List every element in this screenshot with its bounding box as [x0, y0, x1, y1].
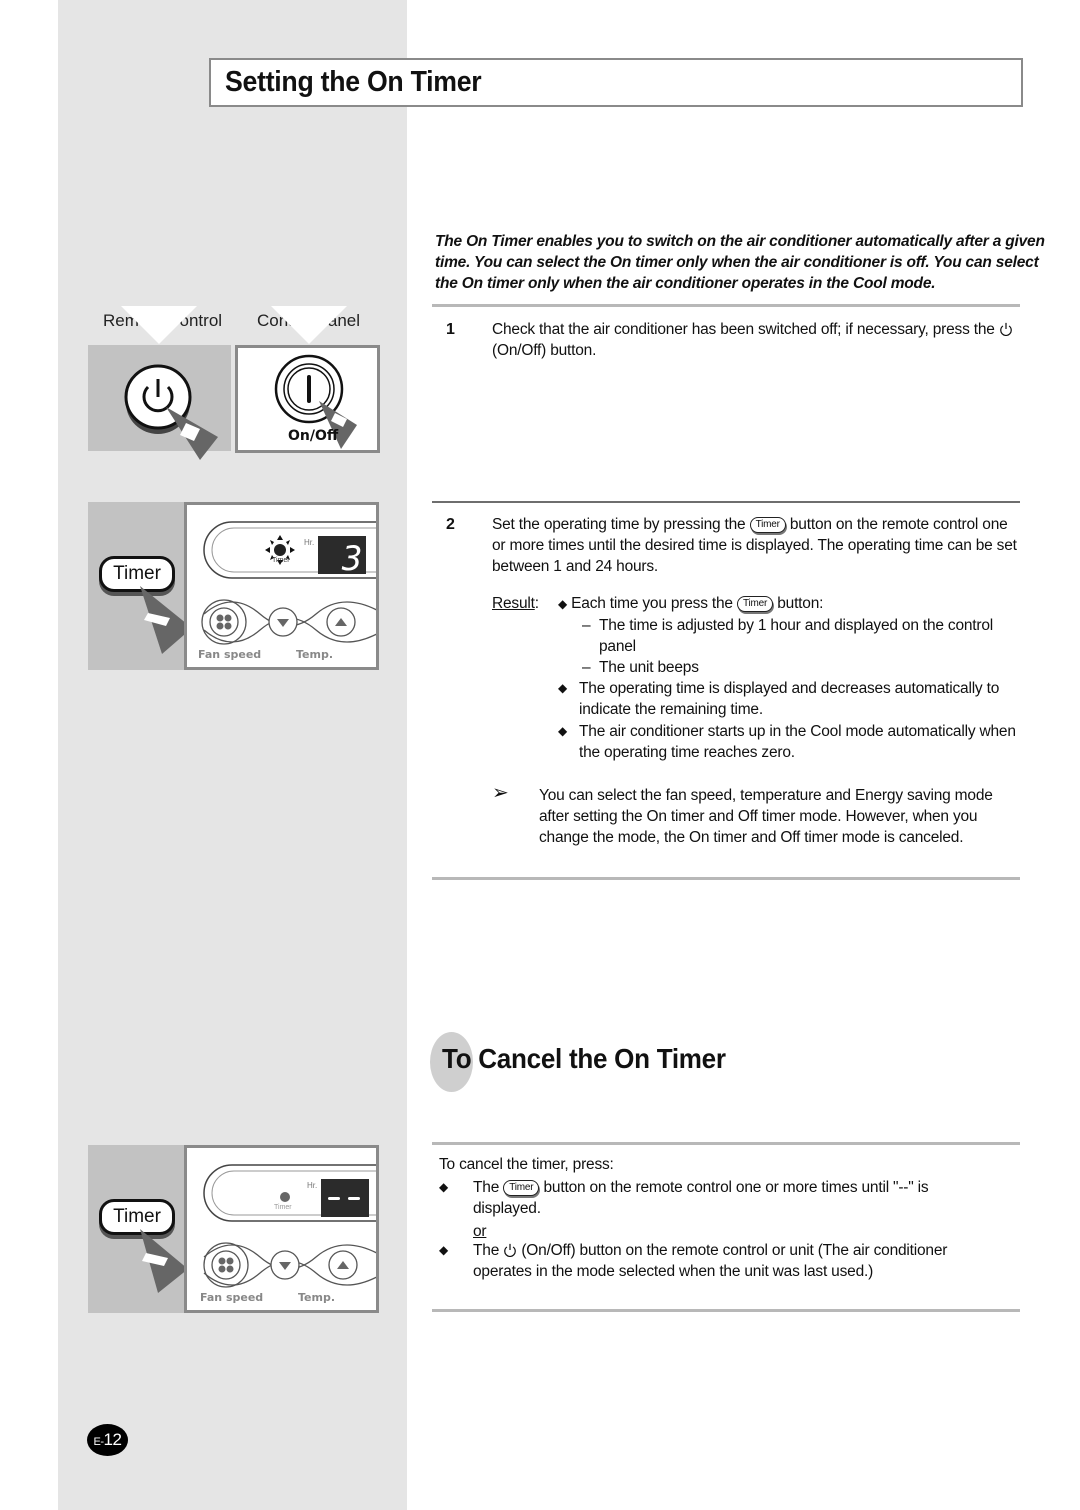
result-label: Result — [492, 595, 535, 612]
sub-item-text: The unit beeps — [599, 659, 699, 676]
bullet-diamond-icon: ◆ — [439, 1243, 449, 1257]
timer-button-icon: Timer — [503, 1180, 540, 1196]
divider — [432, 877, 1020, 880]
step-text: Set the operating time by pressing the T… — [492, 514, 1022, 577]
result-text: Each time you press the — [571, 595, 733, 612]
power-icon — [504, 1243, 517, 1257]
sub-item: – The time is adjusted by 1 hour and dis… — [582, 615, 1022, 657]
onoff-label: On/Off — [288, 428, 339, 444]
result-text: The air conditioner starts up in the Coo… — [579, 723, 1016, 761]
remote-power-button-icon — [124, 364, 218, 460]
timer-indicator-label: Timer — [272, 557, 290, 564]
pointer-triangle — [121, 306, 197, 344]
cancel-text: (On/Off) button on the remote control or… — [473, 1242, 948, 1280]
cancel-item: ◆ The Timer button on the remote control… — [439, 1177, 999, 1219]
control-panel-cancel-figure: Timer Hr. Fan speed Temp. — [184, 1145, 379, 1313]
note: ➢ You can select the fan speed, temperat… — [492, 782, 1022, 848]
pointer-hand-icon — [140, 586, 192, 654]
title-box: Setting the On Timer — [209, 58, 1023, 107]
timer-button-icon: Timer — [736, 596, 774, 612]
divider — [432, 1309, 1020, 1312]
sub-item-text: The time is adjusted by 1 hour and displ… — [599, 617, 994, 655]
result-row: Result: — [492, 595, 539, 612]
sub-item: – The unit beeps — [582, 657, 1022, 678]
cancel-title: To Cancel the On Timer — [442, 1043, 726, 1074]
step-number: 1 — [446, 321, 455, 338]
remote-onoff-figure — [88, 345, 231, 460]
cancel-item: ◆ The (On/Off) button on the remote cont… — [439, 1240, 999, 1282]
divider — [432, 304, 1020, 307]
step-text-after: (On/Off) button. — [492, 342, 597, 359]
timer-indicator-label: Timer — [274, 1204, 292, 1211]
cancel-text: The — [473, 1179, 500, 1196]
or-label: or — [473, 1223, 487, 1240]
remote-timer-cancel-figure: Timer — [88, 1145, 188, 1313]
divider — [432, 1142, 1020, 1145]
pointer-hand-icon — [140, 1229, 188, 1293]
fan-speed-label: Fan speed — [200, 1291, 263, 1304]
timer-display-value: 3 — [341, 539, 362, 579]
hr-label: Hr. — [304, 538, 314, 547]
pointer-triangle — [271, 306, 347, 344]
note-text: You can select the fan speed, temperatur… — [539, 787, 993, 846]
cancel-text: button on the remote control one or more… — [473, 1179, 929, 1217]
step-text-before: Check that the air conditioner has been … — [492, 321, 995, 338]
divider — [432, 501, 1020, 503]
control-panel-timer-figure: Timer Hr. 3 Fan speed Temp. — [184, 502, 379, 670]
panel-onoff-figure: On/Off — [235, 345, 380, 453]
bullet-diamond-icon: ◆ — [558, 724, 568, 738]
temp-label: Temp. — [298, 1291, 335, 1304]
result-item: ◆ The air conditioner starts up in the C… — [558, 721, 1020, 763]
step-text-before: Set the operating time by pressing the — [492, 516, 746, 533]
step-text: Check that the air conditioner has been … — [492, 319, 1022, 361]
step-number: 2 — [446, 516, 455, 533]
timer-button-icon: Timer — [749, 517, 786, 533]
fan-speed-label: Fan speed — [198, 648, 261, 661]
cancel-lead: To cancel the timer, press: — [439, 1156, 614, 1173]
remote-timer-figure: Timer — [88, 502, 192, 670]
temp-label: Temp. — [296, 648, 333, 661]
result-text: The operating time is displayed and decr… — [579, 680, 1000, 718]
result-item: ◆ The operating time is displayed and de… — [558, 678, 1020, 720]
bullet-diamond-icon: ◆ — [558, 597, 568, 611]
bullet-diamond-icon: ◆ — [439, 1180, 449, 1194]
page-prefix: E- — [93, 1436, 105, 1448]
control-panel-display: Timer Hr. Fan speed Temp. — [200, 1164, 376, 1304]
note-arrow-icon: ➢ — [492, 782, 509, 804]
cancel-text: The — [473, 1242, 500, 1259]
result-item: ◆ Each time you press the Timer button: — [558, 593, 1028, 615]
power-icon — [999, 322, 1012, 336]
page-number-badge: E-12 — [87, 1424, 128, 1456]
result-text: button: — [777, 595, 824, 612]
hr-label: Hr. — [307, 1181, 317, 1190]
intro-paragraph: The On Timer enables you to switch on th… — [435, 233, 1045, 292]
page-number: 12 — [103, 1430, 122, 1449]
bullet-diamond-icon: ◆ — [558, 681, 568, 695]
page-title: Setting the On Timer — [225, 66, 482, 98]
control-panel-display: Timer Hr. 3 Fan speed Temp. — [198, 521, 376, 661]
